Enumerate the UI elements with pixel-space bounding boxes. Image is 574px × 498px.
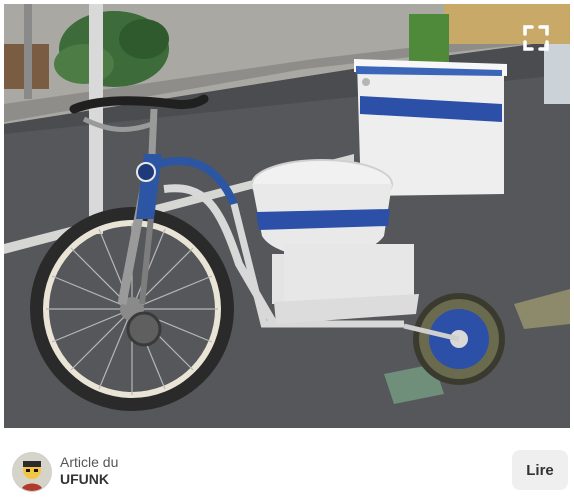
- source-label: Article du: [60, 454, 119, 470]
- pin-image[interactable]: [4, 4, 570, 428]
- source-info: Article du UFUNK: [60, 454, 118, 488]
- source-name[interactable]: UFUNK: [60, 471, 118, 488]
- pin-footer: Article du UFUNK Lire: [0, 436, 574, 498]
- toilet-bike-photo: [4, 4, 570, 428]
- pin-card: Article du UFUNK Lire: [0, 0, 574, 498]
- read-button[interactable]: Lire: [512, 450, 568, 490]
- avatar[interactable]: [12, 452, 52, 492]
- ufunk-logo-icon: [13, 453, 51, 491]
- expand-icon[interactable]: [522, 24, 550, 52]
